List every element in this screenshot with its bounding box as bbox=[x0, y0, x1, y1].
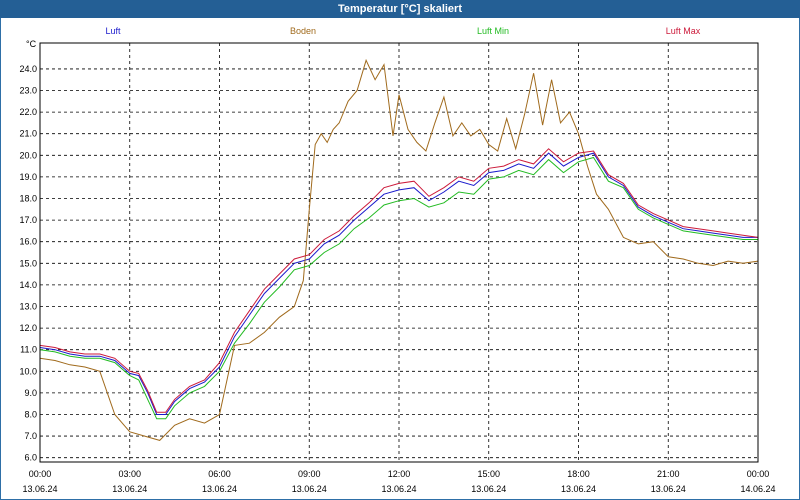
x-tick-time: 15:00 bbox=[477, 469, 500, 479]
legend-entry: Luft bbox=[105, 26, 121, 36]
legend-entry: Luft Max bbox=[666, 26, 701, 36]
legend-entry: Boden bbox=[290, 26, 316, 36]
y-tick-label: 24.0 bbox=[19, 64, 37, 74]
y-tick-label: 21.0 bbox=[19, 129, 37, 139]
x-tick-date: 14.06.24 bbox=[740, 484, 775, 494]
temperature-chart: Luft Boden Luft Min Luft Max 6.0 7.0 8.0 9.0 10… bbox=[19, 26, 775, 494]
y-tick-label: 11.0 bbox=[20, 345, 37, 355]
y-tick-label: 12.0 bbox=[19, 323, 37, 333]
y-tick-label: 23.0 bbox=[19, 86, 37, 96]
y-tick-label: 17.0 bbox=[19, 215, 37, 225]
y-tick-label: 22.0 bbox=[19, 107, 37, 117]
x-tick-date: 13.06.24 bbox=[471, 484, 506, 494]
y-tick-label: 20.0 bbox=[19, 150, 37, 160]
x-tick-date: 13.06.24 bbox=[202, 484, 237, 494]
y-unit-label: °C bbox=[26, 39, 37, 49]
y-tick-label: 7.0 bbox=[24, 431, 37, 441]
x-tick-date: 13.06.24 bbox=[561, 484, 596, 494]
x-tick-date: 13.06.24 bbox=[292, 484, 327, 494]
y-tick-label: 8.0 bbox=[24, 409, 37, 419]
x-tick-time: 12:00 bbox=[388, 469, 411, 479]
x-tick-time: 00:00 bbox=[747, 469, 770, 479]
x-tick-time: 18:00 bbox=[567, 469, 590, 479]
y-tick-label: 16.0 bbox=[19, 237, 37, 247]
x-tick-time: 06:00 bbox=[208, 469, 231, 479]
y-tick-label: 6.0 bbox=[24, 453, 37, 463]
y-axis: 6.0 7.0 8.0 9.0 10.0 11.0 12.0 13.0 14.0 15.0 16.0… bbox=[19, 39, 37, 463]
x-axis: 00:00 13.06.24 03:00 13.06.24 06:00 13.06.24 0… bbox=[22, 469, 775, 494]
legend: Luft Boden Luft Min Luft Max bbox=[105, 26, 700, 36]
y-tick-label: 15.0 bbox=[19, 258, 37, 268]
x-tick-time: 03:00 bbox=[118, 469, 141, 479]
legend-entry: Luft Min bbox=[477, 26, 509, 36]
x-tick-time: 09:00 bbox=[298, 469, 321, 479]
y-tick-label: 13.0 bbox=[19, 301, 37, 311]
y-tick-label: 9.0 bbox=[24, 388, 37, 398]
x-tick-time: 00:00 bbox=[29, 469, 52, 479]
y-tick-label: 18.0 bbox=[19, 194, 37, 204]
x-tick-date: 13.06.24 bbox=[22, 484, 57, 494]
y-tick-label: 14.0 bbox=[19, 280, 37, 290]
x-tick-date: 13.06.24 bbox=[381, 484, 416, 494]
x-tick-date: 13.06.24 bbox=[651, 484, 686, 494]
y-tick-label: 10.0 bbox=[19, 366, 37, 376]
x-tick-time: 21:00 bbox=[657, 469, 680, 479]
x-tick-date: 13.06.24 bbox=[112, 484, 147, 494]
y-tick-label: 19.0 bbox=[19, 172, 37, 182]
